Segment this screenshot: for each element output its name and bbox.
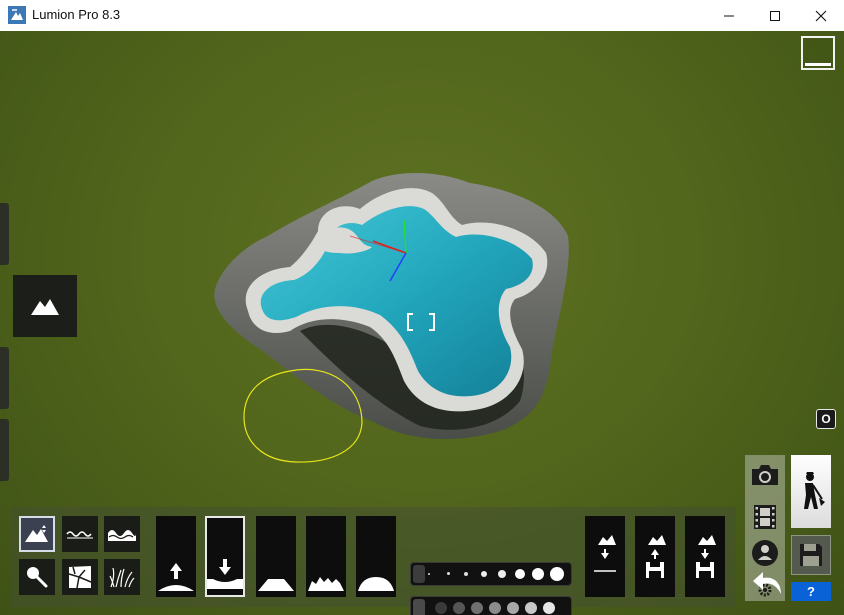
brush-size-slider[interactable] [410,562,572,586]
help-button[interactable]: ? [791,582,831,601]
brush-size-slider-handle[interactable] [413,565,425,583]
build-mode-button[interactable] [791,455,831,528]
person-360-icon [752,540,778,566]
flatten-all-icon [594,534,616,572]
save-terrain-button[interactable] [685,516,725,597]
water-waves-icon [66,531,93,539]
roughen-terrain-icon [308,577,344,591]
brush-speed-slider-handle[interactable] [413,599,425,615]
flatten-brush-button[interactable] [256,516,296,597]
landscape-mountain-icon [31,299,59,315]
3d-viewport[interactable]: O ? [0,31,844,615]
title-bar: Lumion Pro 8.3 [0,0,844,32]
ocean-tool-button[interactable] [104,516,140,552]
paint-tool-button[interactable] [19,559,55,595]
load-terrain-icon [646,534,666,578]
lumion-app-icon [8,6,26,24]
close-button[interactable] [798,0,844,31]
brush-cursor [243,368,363,463]
build-worker-icon [804,471,825,509]
undo-button[interactable] [748,565,788,605]
undo-arrow-icon [753,572,781,594]
water-tool-button[interactable] [62,516,98,552]
landscape-mode-button[interactable] [13,275,77,337]
side-tab-2[interactable] [0,347,9,409]
minimize-icon [724,15,734,16]
save-scene-button[interactable] [791,535,831,575]
side-tab-3[interactable] [0,419,9,481]
ocean-waves-icon [108,530,136,541]
save-terrain-icon [696,534,716,578]
mountain-height-icon [25,525,48,542]
film-strip-icon [754,505,776,529]
close-icon [815,10,827,21]
window-title: Lumion Pro 8.3 [32,7,121,22]
smooth-brush-button[interactable] [356,516,396,597]
brush-speed-slider[interactable] [410,596,572,615]
movie-mode-button[interactable] [745,497,785,537]
paint-brush-icon [27,567,48,588]
grass-tool-button[interactable] [104,559,140,595]
map-icon [68,566,92,589]
camera-icon [752,465,778,485]
height-tool-button[interactable] [19,516,55,552]
lower-terrain-icon [207,559,243,589]
o-key-indicator[interactable]: O [816,409,836,429]
flatten-terrain-icon [258,579,294,591]
side-tab-1[interactable] [0,203,9,265]
focus-crosshair-icon [407,313,435,331]
grass-icon [109,567,135,588]
flatten-all-button[interactable] [585,516,625,597]
navigation-thumbnail[interactable] [801,36,835,70]
lower-brush-button[interactable] [205,516,245,597]
landscape-toolbar [12,507,736,615]
raise-brush-button[interactable] [156,516,196,597]
maximize-icon [770,10,780,21]
roughen-brush-button[interactable] [306,516,346,597]
save-floppy-icon [800,544,822,566]
load-terrain-button[interactable] [635,516,675,597]
maximize-button[interactable] [752,0,798,31]
photo-mode-button[interactable] [745,455,785,495]
raise-terrain-icon [158,563,194,591]
openstreetmap-tool-button[interactable] [62,559,98,595]
smooth-terrain-icon [358,577,394,591]
minimize-button[interactable] [706,0,752,31]
